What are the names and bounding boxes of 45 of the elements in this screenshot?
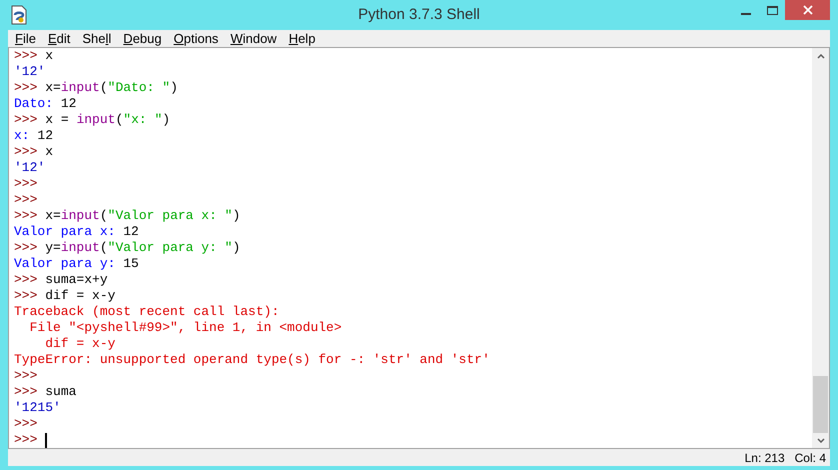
minimize-icon: [741, 12, 751, 14]
menu-item[interactable]: Edit: [48, 30, 70, 47]
menu-item[interactable]: Window: [230, 30, 277, 47]
shell-line: >>> x=input("Dato: "): [14, 80, 179, 96]
shell-line: >>> x=input("Valor para x: "): [14, 208, 242, 224]
shell-line: >>> x: [14, 144, 54, 160]
shell-line: >>> dif = x-y: [14, 288, 116, 304]
shell-line: >>> suma=x+y: [14, 272, 109, 288]
shell-line: >>> suma: [14, 384, 78, 400]
python-file-icon: [10, 5, 28, 25]
shell-line: >>> y=input("Valor para y: "): [14, 240, 242, 256]
shell-line: '12': [14, 160, 46, 176]
shell-line: '12': [14, 64, 46, 80]
scroll-down-icon[interactable]: [816, 438, 824, 443]
scrollbar[interactable]: [812, 48, 829, 448]
shell-line: >>>: [14, 368, 38, 384]
menu-item[interactable]: Shell: [82, 30, 112, 47]
shell-line: Traceback (most recent call last):: [14, 304, 280, 320]
shell-line: >>>: [14, 432, 812, 448]
shell-line: TypeError: unsupported operand type(s) for -: 'str' and 'str': [14, 352, 491, 368]
close-button[interactable]: [785, 0, 830, 20]
shell-line: >>>: [14, 416, 38, 432]
shell-line: dif = x-y: [44, 336, 116, 352]
shell-line: Valor para x: 12: [14, 224, 140, 240]
column-number: Col: 4: [794, 450, 826, 466]
shell-line: >>>: [14, 192, 38, 208]
shell-line: >>> x: [14, 48, 54, 64]
scroll-up-icon[interactable]: [816, 54, 824, 59]
scrollbar-thumb[interactable]: [813, 376, 828, 433]
shell-line: File "<pyshell#99>", line 1, in <module>: [28, 320, 343, 336]
menu-item[interactable]: Debug: [123, 30, 162, 47]
shell-line: '1215': [14, 400, 62, 416]
shell-line: x: 12: [14, 128, 54, 144]
text-cursor: [45, 432, 48, 448]
shell-line: >>> x = input("x: "): [14, 112, 172, 128]
window-title: Python 3.7.3 Shell: [358, 5, 480, 25]
menu-item[interactable]: Help: [288, 30, 316, 47]
shell-line: Dato: 12: [14, 96, 78, 112]
line-number: Ln: 213: [744, 450, 785, 466]
menu-item[interactable]: Options: [174, 30, 218, 47]
shell-line: >>>: [14, 176, 38, 192]
menu-item[interactable]: File: [15, 30, 36, 47]
maximize-icon: [766, 6, 778, 14]
shell-line: Valor para y: 15: [14, 256, 140, 272]
close-icon: [802, 5, 812, 15]
